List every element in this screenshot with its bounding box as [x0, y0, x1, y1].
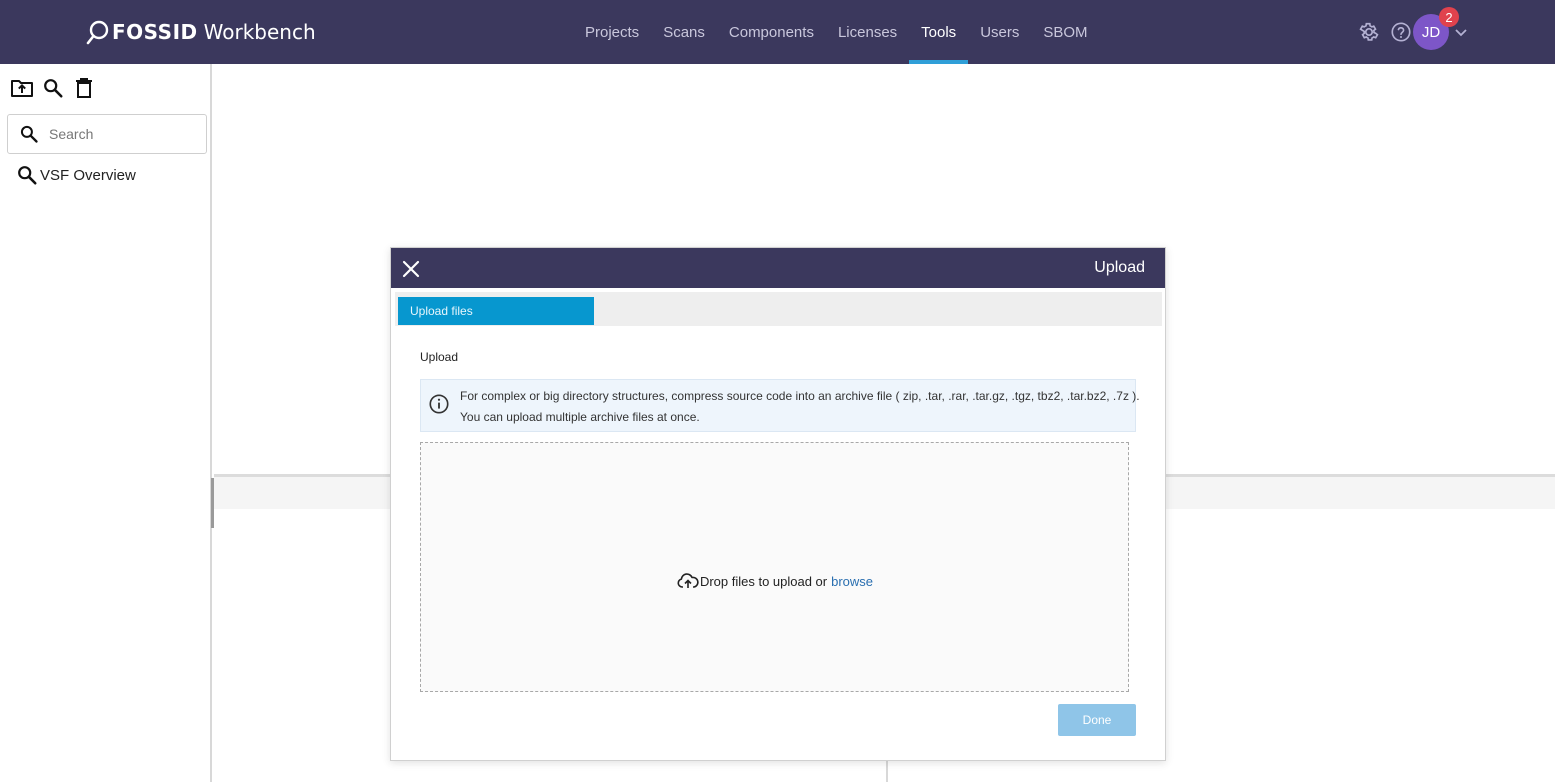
top-navigation-bar: FOSSID Workbench Projects Scans Componen…: [0, 0, 1555, 64]
dialog-tab-bar: Upload files: [395, 292, 1162, 326]
sidebar-search[interactable]: [7, 114, 207, 154]
gear-icon[interactable]: [1357, 20, 1381, 44]
info-notice: For complex or big directory structures,…: [420, 379, 1140, 432]
upload-folder-icon[interactable]: [10, 76, 34, 100]
search-input[interactable]: [49, 126, 199, 142]
search-icon[interactable]: [41, 76, 65, 100]
header-actions: [1349, 14, 1413, 50]
dropzone-message: Drop files to upload or browse: [421, 569, 1128, 593]
file-dropzone[interactable]: Drop files to upload or browse: [420, 442, 1129, 692]
info-line-1: For complex or big directory structures,…: [460, 389, 1140, 403]
nav-components[interactable]: Components: [717, 0, 826, 64]
chevron-down-icon[interactable]: [1453, 24, 1469, 40]
main-nav: Projects Scans Components Licenses Tools…: [573, 0, 1100, 64]
app-logo[interactable]: FOSSID Workbench: [86, 18, 316, 46]
nav-tools[interactable]: Tools: [909, 0, 969, 64]
tab-upload-files[interactable]: Upload files: [398, 297, 594, 325]
nav-licenses[interactable]: Licenses: [826, 0, 909, 64]
logo-brand: FOSSID: [112, 20, 198, 44]
column-divider: [886, 760, 888, 782]
search-icon: [20, 125, 38, 143]
logo-product: Workbench: [203, 20, 316, 44]
dialog-title: Upload: [1094, 259, 1145, 276]
cloud-upload-icon: [677, 573, 699, 588]
sidebar-item-vsf-overview[interactable]: VSF Overview: [16, 164, 136, 186]
sidebar-toolbar: [10, 76, 103, 100]
dialog-header: Upload: [391, 248, 1165, 288]
nav-users[interactable]: Users: [968, 0, 1031, 64]
nav-sbom[interactable]: SBOM: [1031, 0, 1099, 64]
trash-icon[interactable]: [72, 76, 96, 100]
fossid-logo-icon: [86, 20, 109, 45]
nav-projects[interactable]: Projects: [573, 0, 651, 64]
section-label: Upload: [420, 350, 459, 364]
done-button[interactable]: Done: [1058, 704, 1136, 736]
sidebar-resize-handle[interactable]: [211, 478, 214, 528]
info-text: For complex or big directory structures,…: [460, 386, 1140, 428]
browse-link[interactable]: browse: [831, 574, 873, 589]
dropzone-text: Drop files to upload or: [699, 573, 828, 589]
upload-dialog: Upload Upload files Upload For complex o…: [390, 247, 1166, 761]
search-icon: [18, 166, 37, 185]
info-icon: [429, 394, 449, 414]
left-sidebar: VSF Overview: [0, 64, 212, 782]
sidebar-item-label: VSF Overview: [40, 166, 136, 184]
help-icon[interactable]: [1389, 20, 1413, 44]
info-line-2: You can upload multiple archive files at…: [460, 410, 700, 424]
nav-scans[interactable]: Scans: [651, 0, 717, 64]
close-icon[interactable]: [401, 259, 421, 279]
